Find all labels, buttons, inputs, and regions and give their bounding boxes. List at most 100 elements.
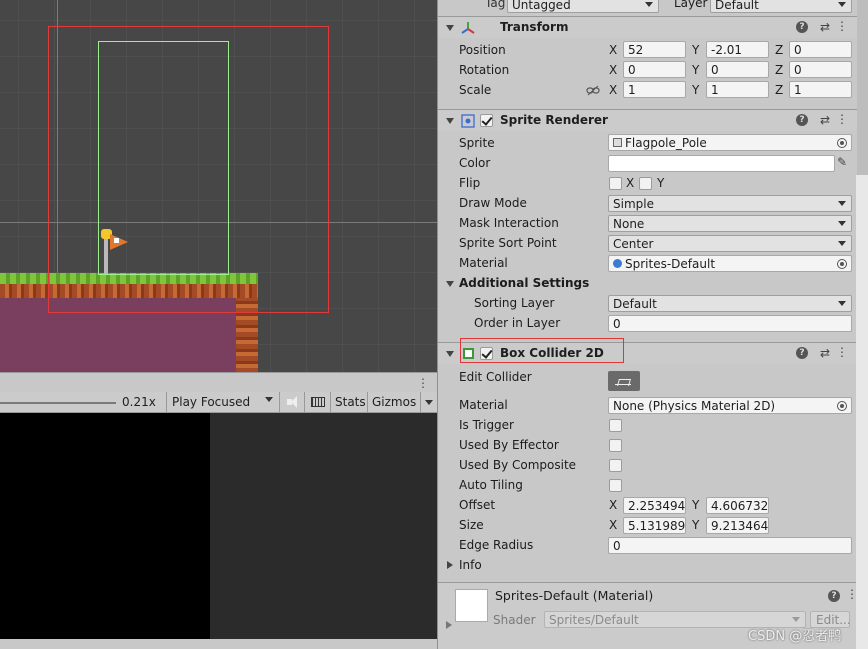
offset-y-field[interactable]: 4.606732 — [706, 497, 769, 514]
axis-y-label[interactable]: Y — [692, 63, 699, 77]
help-icon[interactable]: ? — [796, 347, 808, 359]
mute-audio-icon[interactable] — [279, 392, 304, 413]
preset-icon[interactable]: ⇄ — [820, 113, 830, 127]
size-y-field[interactable]: 9.213464 — [706, 517, 769, 534]
help-icon[interactable]: ? — [796, 114, 808, 126]
auto-tiling-checkbox[interactable] — [609, 479, 622, 492]
scale-y-field[interactable]: 1 — [706, 81, 769, 98]
tag-dropdown[interactable]: Untagged — [507, 0, 659, 13]
scale-z-field[interactable]: 1 — [789, 81, 852, 98]
sorting-layer-value: Default — [613, 297, 657, 311]
axis-x-label[interactable]: X — [609, 518, 617, 532]
foldout-arrow-icon[interactable] — [446, 118, 454, 124]
flip-y-checkbox[interactable] — [639, 177, 652, 190]
foldout-arrow-icon[interactable] — [447, 561, 453, 569]
order-in-layer-label: Order in Layer — [474, 316, 561, 330]
mask-interaction-dropdown[interactable]: None — [608, 215, 852, 232]
material-thumbnail — [455, 589, 488, 622]
offset-label: Offset — [459, 498, 496, 512]
auto-tiling-row: Auto Tiling — [438, 476, 858, 496]
constrain-proportions-icon[interactable] — [586, 85, 600, 96]
is-trigger-row: Is Trigger — [438, 416, 858, 436]
object-picker-icon[interactable] — [837, 259, 847, 269]
draw-mode-dropdown[interactable]: Simple — [608, 195, 852, 212]
scale-label: Scale — [459, 83, 492, 97]
position-y-field[interactable]: -2.01 — [706, 41, 769, 58]
sprite-sort-point-dropdown[interactable]: Center — [608, 235, 852, 252]
component-menu-icon[interactable]: ⋮ — [836, 19, 848, 33]
used-by-composite-checkbox[interactable] — [609, 459, 622, 472]
material-title: Sprites-Default (Material) — [495, 588, 654, 603]
axis-x-label[interactable]: X — [609, 83, 617, 97]
game-screen — [0, 413, 210, 639]
flip-x-checkbox[interactable] — [609, 177, 622, 190]
axis-z-label[interactable]: Z — [775, 63, 783, 77]
game-panel-menu-icon[interactable]: ⋮ — [417, 376, 429, 390]
used-by-effector-checkbox[interactable] — [609, 439, 622, 452]
material-label: Material — [459, 256, 508, 270]
edge-radius-label: Edge Radius — [459, 538, 534, 552]
collider-material-field[interactable]: None (Physics Material 2D) — [608, 397, 852, 414]
transform-header[interactable]: Transform ? ⇄ ⋮ — [438, 16, 858, 38]
rotation-x-field[interactable]: 0 — [623, 61, 686, 78]
axis-x-label[interactable]: X — [609, 63, 617, 77]
position-z-field[interactable]: 0 — [789, 41, 852, 58]
sorting-layer-dropdown[interactable]: Default — [608, 295, 852, 312]
axis-z-label[interactable]: Z — [775, 83, 783, 97]
draw-mode-value: Simple — [613, 197, 654, 211]
help-icon[interactable]: ? — [828, 590, 840, 602]
info-row[interactable]: Info — [438, 556, 858, 576]
additional-settings-row[interactable]: Additional Settings — [438, 274, 858, 294]
component-menu-icon[interactable]: ⋮ — [836, 345, 848, 359]
stats-button[interactable]: Stats — [330, 392, 366, 413]
object-picker-icon[interactable] — [837, 138, 847, 148]
sprite-field[interactable]: Flagpole_Pole — [608, 134, 852, 151]
edit-collider-button[interactable] — [608, 371, 640, 391]
preset-icon[interactable]: ⇄ — [820, 20, 830, 34]
keyboard-shortcuts-icon[interactable] — [304, 392, 330, 413]
axis-x-label[interactable]: X — [609, 498, 617, 512]
mask-interaction-label: Mask Interaction — [459, 216, 559, 230]
gizmos-dropdown-icon[interactable] — [420, 392, 437, 413]
color-swatch[interactable] — [608, 155, 835, 172]
foldout-arrow-icon[interactable] — [446, 281, 454, 287]
help-icon[interactable]: ? — [796, 21, 808, 33]
sprite-renderer-header[interactable]: Sprite Renderer ? ⇄ ⋮ — [438, 109, 858, 131]
axis-y-label[interactable]: Y — [692, 83, 699, 97]
size-x-field[interactable]: 5.131989 — [623, 517, 686, 534]
component-menu-icon[interactable]: ⋮ — [836, 112, 848, 126]
scale-x-field[interactable]: 1 — [623, 81, 686, 98]
foldout-arrow-icon[interactable] — [446, 621, 452, 629]
scene-view[interactable] — [0, 0, 437, 372]
axis-z-label[interactable]: Z — [775, 43, 783, 57]
flip-y-label: Y — [657, 176, 665, 190]
chevron-down-icon — [838, 201, 846, 206]
axis-y-label[interactable]: Y — [692, 518, 699, 532]
game-render-view[interactable] — [0, 413, 437, 649]
chevron-down-icon — [838, 301, 846, 306]
rotation-z-field[interactable]: 0 — [789, 61, 852, 78]
sprite-renderer-icon — [461, 114, 475, 128]
is-trigger-checkbox[interactable] — [609, 419, 622, 432]
layer-dropdown[interactable]: Default — [710, 0, 852, 13]
scale-slider[interactable] — [0, 402, 116, 404]
play-mode-dropdown[interactable]: Play Focused — [166, 392, 278, 413]
rotation-y-field[interactable]: 0 — [706, 61, 769, 78]
eyedropper-icon[interactable]: ✎ — [837, 155, 847, 169]
edge-radius-field[interactable]: 0 — [608, 537, 852, 554]
axis-x-label[interactable]: X — [609, 43, 617, 57]
foldout-arrow-icon[interactable] — [446, 351, 454, 357]
gizmos-button[interactable]: Gizmos — [367, 392, 420, 413]
object-picker-icon[interactable] — [837, 401, 847, 411]
sprite-row: Sprite Flagpole_Pole — [438, 134, 858, 154]
sprite-material-field[interactable]: Sprites-Default — [608, 255, 852, 272]
offset-x-field[interactable]: 2.253494 — [623, 497, 686, 514]
sprite-renderer-enabled-checkbox[interactable] — [480, 114, 493, 127]
axis-y-label[interactable]: Y — [692, 498, 699, 512]
preset-icon[interactable]: ⇄ — [820, 346, 830, 360]
position-x-field[interactable]: 52 — [623, 41, 686, 58]
unity-editor: ⋮ 0.21x Play Focused Stats Gizmos Tag Un… — [0, 0, 868, 649]
axis-y-label[interactable]: Y — [692, 43, 699, 57]
foldout-arrow-icon[interactable] — [446, 25, 454, 31]
order-in-layer-field[interactable]: 0 — [608, 315, 852, 332]
